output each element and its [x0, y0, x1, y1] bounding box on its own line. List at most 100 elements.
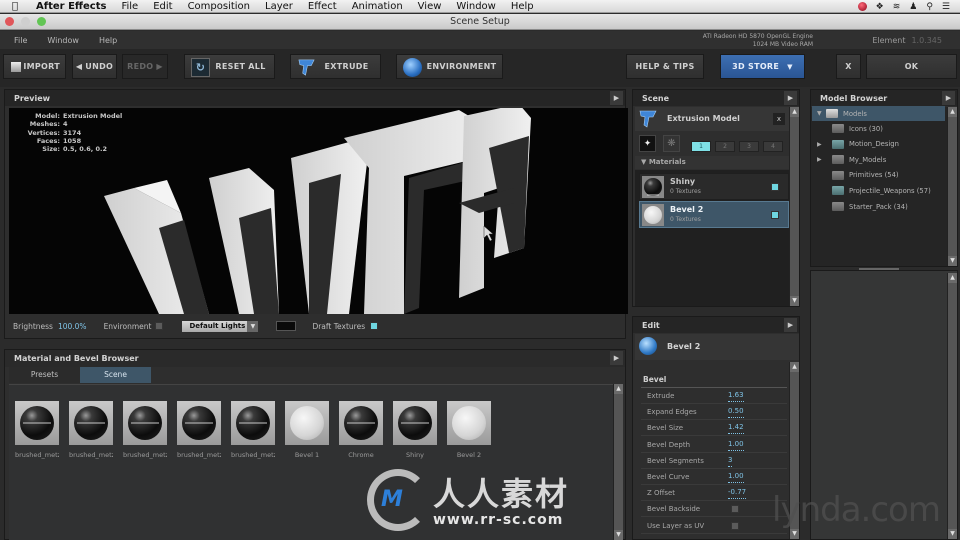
material-swatch[interactable]: Chrome: [339, 401, 383, 459]
ok-button[interactable]: OK: [866, 54, 957, 79]
material-visible-checkbox[interactable]: [771, 211, 779, 219]
scroll-down-icon[interactable]: ▼: [790, 529, 799, 539]
help-tips-button[interactable]: HELP & TIPS: [626, 54, 704, 79]
menu-file[interactable]: File: [121, 1, 138, 12]
param-value[interactable]: -0.77: [728, 487, 747, 500]
scroll-up-icon[interactable]: ▲: [948, 107, 957, 117]
scroll-up-icon[interactable]: ▲: [790, 107, 799, 117]
tree-item[interactable]: Projectile_Weapons (57): [817, 183, 931, 198]
param-value[interactable]: 1.42: [728, 422, 744, 435]
material-swatch[interactable]: brushed_metz: [15, 401, 59, 459]
user-icon[interactable]: ♟: [909, 2, 917, 12]
import-button[interactable]: IMPORT: [3, 54, 66, 79]
menu-edit[interactable]: Edit: [153, 1, 172, 12]
3d-store-button[interactable]: 3D STORE ▼: [720, 54, 805, 79]
param-value[interactable]: 1.63: [728, 390, 744, 402]
tab-scene[interactable]: Scene: [80, 367, 151, 383]
expand-triangle-icon[interactable]: ▶: [817, 156, 826, 163]
scroll-up-icon[interactable]: ▲: [948, 273, 957, 283]
wifi-icon[interactable]: ≋: [893, 2, 901, 12]
menu-animation[interactable]: Animation: [352, 1, 403, 12]
material-row-bevel-2[interactable]: Bevel 2 0 Textures: [639, 201, 789, 228]
3d-viewport[interactable]: Model: Extrusion Model Meshes: 4 Vertices:…: [9, 108, 628, 314]
param-value[interactable]: 1.00: [728, 471, 744, 483]
scroll-down-icon[interactable]: ▼: [948, 256, 957, 266]
param-value[interactable]: 3: [728, 455, 733, 467]
transform-mode-icon[interactable]: ✦: [639, 135, 656, 152]
material-swatch[interactable]: Bevel 1: [285, 401, 329, 459]
materials-section-header[interactable]: ▼ Materials: [635, 156, 789, 169]
app-menu-help[interactable]: Help: [99, 36, 117, 45]
group-2-button[interactable]: 2: [715, 141, 735, 152]
material-scrollbar[interactable]: ▲ ▼: [613, 384, 623, 540]
menu-window[interactable]: Window: [456, 1, 495, 12]
tree-item[interactable]: ▶ Motion_Design: [817, 137, 899, 152]
model-preview-scrollbar[interactable]: ▲ ▼: [947, 273, 957, 539]
background-color-swatch[interactable]: [276, 321, 297, 331]
panel-menu-icon[interactable]: ▶: [942, 91, 955, 105]
brightness-value[interactable]: 100.0%: [58, 322, 87, 331]
undo-button[interactable]: ◀ UNDO: [72, 54, 117, 79]
param-checkbox[interactable]: [731, 505, 739, 514]
menu-layer[interactable]: Layer: [265, 1, 293, 12]
panel-menu-icon[interactable]: ▶: [784, 91, 797, 105]
material-swatch[interactable]: brushed_metz: [123, 401, 167, 459]
material-swatch[interactable]: brushed_metz: [231, 401, 275, 459]
model-browser-scrollbar[interactable]: ▲ ▼: [947, 107, 957, 266]
group-1-button[interactable]: 1: [691, 141, 711, 152]
dropbox-icon[interactable]: ❖: [876, 2, 884, 12]
remove-model-button[interactable]: x: [773, 113, 785, 125]
particle-mode-icon[interactable]: ❋: [663, 135, 680, 152]
material-visible-checkbox[interactable]: [771, 183, 779, 191]
tree-root-models[interactable]: ▼ Models: [812, 106, 945, 121]
environment-button[interactable]: ENVIRONMENT: [396, 54, 503, 79]
group-4-button[interactable]: 4: [763, 141, 783, 152]
scroll-down-icon[interactable]: ▼: [948, 529, 957, 539]
tree-item[interactable]: ▶ My_Models: [817, 152, 886, 167]
scroll-up-icon[interactable]: ▲: [614, 384, 623, 394]
app-menu-window[interactable]: Window: [47, 36, 79, 45]
apple-icon[interactable]: : [12, 1, 26, 12]
param-value[interactable]: 1.00: [728, 439, 744, 451]
tree-item[interactable]: Icons (30): [817, 121, 883, 136]
menu-help[interactable]: Help: [511, 1, 534, 12]
menu-composition[interactable]: Composition: [188, 1, 250, 12]
material-row-shiny[interactable]: Shiny 0 Textures: [639, 173, 789, 200]
panel-menu-icon[interactable]: ▶: [610, 351, 623, 365]
menu-effect[interactable]: Effect: [308, 1, 337, 12]
panel-menu-icon[interactable]: ▶: [610, 91, 623, 105]
group-3-button[interactable]: 3: [739, 141, 759, 152]
redo-button[interactable]: REDO ▶: [122, 54, 168, 79]
scene-model-row[interactable]: Extrusion Model x: [635, 107, 789, 131]
cancel-button[interactable]: X: [836, 54, 861, 79]
menu-app-name[interactable]: After Effects: [36, 1, 106, 12]
scroll-up-icon[interactable]: ▲: [790, 362, 799, 372]
panel-menu-icon[interactable]: ▶: [784, 318, 797, 332]
expand-triangle-icon[interactable]: ▼: [817, 110, 826, 117]
app-menu-file[interactable]: File: [14, 36, 27, 45]
param-checkbox[interactable]: [731, 521, 739, 530]
scene-scrollbar[interactable]: ▲ ▼: [789, 107, 799, 306]
material-swatch[interactable]: brushed_metz: [177, 401, 221, 459]
param-value[interactable]: 0.50: [728, 406, 744, 419]
tab-presets[interactable]: Presets: [9, 367, 80, 383]
scroll-down-icon[interactable]: ▼: [790, 296, 799, 306]
spotlight-search-icon[interactable]: ⚲: [926, 2, 933, 12]
extrude-button[interactable]: EXTRUDE: [290, 54, 381, 79]
redo-label: REDO: [127, 62, 154, 71]
reset-all-button[interactable]: ↻ RESET ALL: [184, 54, 275, 79]
menu-view[interactable]: View: [418, 1, 442, 12]
material-swatch[interactable]: brushed_metz: [69, 401, 113, 459]
environment-checkbox[interactable]: [155, 322, 164, 330]
expand-triangle-icon[interactable]: ▶: [817, 141, 826, 148]
notification-list-icon[interactable]: ☰: [942, 2, 950, 12]
material-swatch[interactable]: Shiny: [393, 401, 437, 459]
draft-textures-checkbox[interactable]: [370, 322, 379, 330]
lights-dropdown[interactable]: Default Lights ▼: [182, 320, 259, 332]
record-icon[interactable]: [857, 2, 867, 11]
scroll-down-icon[interactable]: ▼: [614, 530, 623, 540]
splitter-handle[interactable]: [859, 268, 899, 270]
tree-item[interactable]: Primitives (54): [817, 168, 899, 183]
tree-item[interactable]: Starter_Pack (34): [817, 199, 908, 214]
material-swatch[interactable]: Bevel 2: [447, 401, 491, 459]
